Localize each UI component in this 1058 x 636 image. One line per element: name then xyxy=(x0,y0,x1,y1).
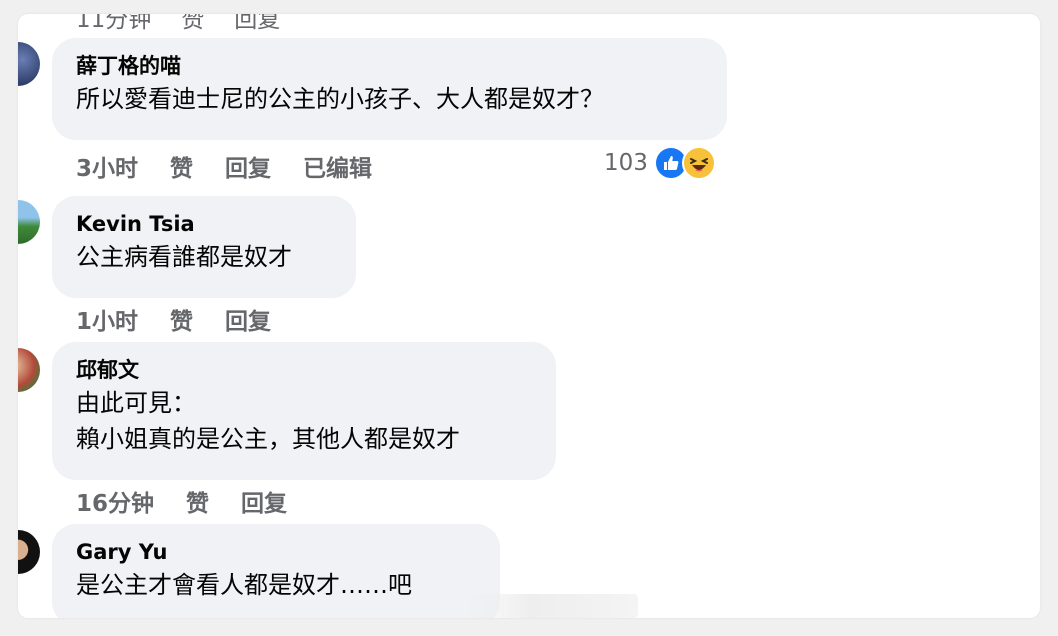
avatar[interactable] xyxy=(18,42,40,86)
reply-link[interactable]: 回复 xyxy=(225,302,271,336)
comment-text: 所以愛看迪士尼的公主的小孩子、大人都是奴才？ xyxy=(76,85,604,113)
comment-actions: 1小时 赞 回复 xyxy=(76,302,271,336)
reaction-count: 103 xyxy=(604,150,648,176)
comment-bubble: 薛丁格的喵 所以愛看迪士尼的公主的小孩子、大人都是奴才？ xyxy=(52,38,727,140)
like-link[interactable]: 赞 xyxy=(186,484,209,518)
haha-icon xyxy=(681,146,716,180)
watermark-fade xyxy=(458,594,638,618)
comment-thread: 11分钟 赞 回复 薛丁格的喵 所以愛看迪士尼的公主的小孩子、大人都是奴才？ 3… xyxy=(18,14,1040,618)
comment-text: 是公主才會看人都是奴才……吧 xyxy=(76,571,412,599)
comment-time[interactable]: 11分钟 xyxy=(76,14,151,34)
reply-link[interactable]: 回复 xyxy=(241,484,287,518)
comment-bubble: Gary Yu 是公主才會看人都是奴才……吧 xyxy=(52,524,500,618)
comment-time[interactable]: 16分钟 xyxy=(76,484,154,518)
comment-time[interactable]: 3小时 xyxy=(76,149,138,183)
reply-link[interactable]: 回复 xyxy=(225,149,271,183)
avatar[interactable] xyxy=(18,200,40,244)
comment-author[interactable]: Gary Yu xyxy=(76,537,476,567)
avatar[interactable] xyxy=(18,530,40,574)
avatar[interactable] xyxy=(18,348,40,392)
comment-time[interactable]: 1小时 xyxy=(76,302,138,336)
comment-bubble: Kevin Tsia 公主病看誰都是奴才 xyxy=(52,196,356,298)
like-link[interactable]: 赞 xyxy=(181,14,204,34)
edited-label[interactable]: 已编辑 xyxy=(303,149,372,183)
comment-text: 公主病看誰都是奴才 xyxy=(76,243,292,271)
comment-author[interactable]: 邱郁文 xyxy=(76,355,532,385)
like-link[interactable]: 赞 xyxy=(170,302,193,336)
comment-actions: 16分钟 赞 回复 xyxy=(76,484,287,518)
like-link[interactable]: 赞 xyxy=(170,149,193,183)
comment-author[interactable]: Kevin Tsia xyxy=(76,209,332,239)
comment-author[interactable]: 薛丁格的喵 xyxy=(76,51,703,81)
comment-actions: 3小时 赞 回复 已编辑 xyxy=(76,149,372,183)
comment-text: 由此可見： xyxy=(76,389,196,417)
reply-link[interactable]: 回复 xyxy=(234,14,280,34)
comment-bubble: 邱郁文 由此可見： 賴小姐真的是公主，其他人都是奴才 xyxy=(52,342,556,480)
comment-text: 賴小姐真的是公主，其他人都是奴才 xyxy=(76,425,460,453)
reaction-summary[interactable]: 103 xyxy=(604,146,716,180)
previous-comment-meta: 11分钟 赞 回复 xyxy=(76,14,280,34)
